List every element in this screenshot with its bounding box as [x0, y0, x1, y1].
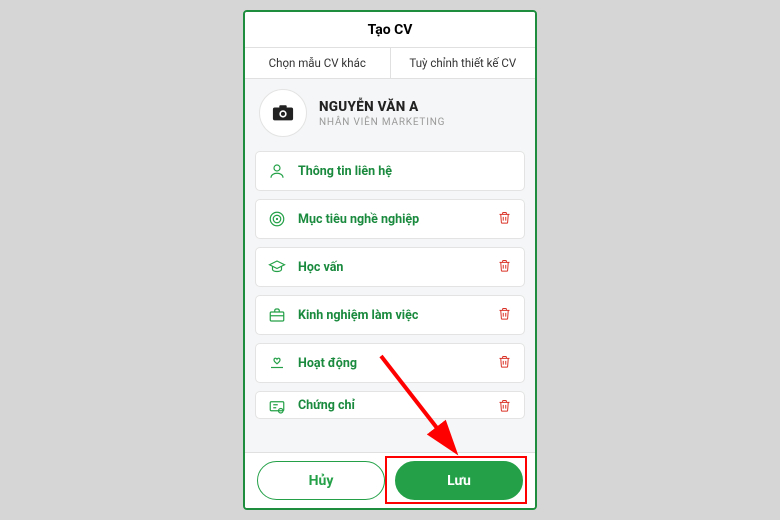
target-icon [266, 210, 288, 228]
section-row[interactable]: Kinh nghiệm làm việc [255, 295, 525, 335]
section-row[interactable]: Mục tiêu nghề nghiệp [255, 199, 525, 239]
profile-header: NGUYỄN VĂN A NHÂN VIÊN MARKETING [245, 79, 535, 147]
delete-section-button[interactable] [494, 398, 514, 417]
section-label: Mục tiêu nghề nghiệp [298, 212, 494, 227]
certificate-icon [266, 398, 288, 416]
camera-icon [272, 104, 294, 122]
cancel-button[interactable]: Hủy [257, 461, 385, 500]
trash-icon [497, 210, 512, 229]
delete-section-button[interactable] [494, 354, 514, 373]
section-row[interactable]: Hoạt động [255, 343, 525, 383]
page-title: Tạo CV [245, 12, 535, 48]
app-frame: Tạo CV Chọn mẫu CV khác Tuỳ chỉnh thiết … [243, 10, 537, 510]
profile-name: NGUYỄN VĂN A [319, 99, 445, 115]
avatar[interactable] [259, 89, 307, 137]
delete-section-button[interactable] [494, 210, 514, 229]
save-button[interactable]: Lưu [395, 461, 523, 500]
section-label: Chứng chỉ [298, 398, 494, 413]
tab-customize[interactable]: Tuỳ chỉnh thiết kế CV [391, 48, 536, 78]
section-row[interactable]: Thông tin liên hệ [255, 151, 525, 191]
tab-choose-template[interactable]: Chọn mẫu CV khác [245, 48, 391, 78]
profile-role: NHÂN VIÊN MARKETING [319, 117, 445, 128]
heart-hand-icon [266, 354, 288, 372]
delete-section-button[interactable] [494, 258, 514, 277]
graduation-icon [266, 258, 288, 276]
briefcase-icon [266, 306, 288, 324]
trash-icon [497, 398, 512, 417]
footer-bar: Hủy Lưu [245, 452, 535, 508]
section-label: Hoạt động [298, 356, 494, 371]
section-row[interactable]: Chứng chỉ [255, 391, 525, 419]
trash-icon [497, 354, 512, 373]
section-label: Kinh nghiệm làm việc [298, 308, 494, 323]
tab-row: Chọn mẫu CV khác Tuỳ chỉnh thiết kế CV [245, 48, 535, 79]
section-row[interactable]: Học vấn [255, 247, 525, 287]
trash-icon [497, 306, 512, 325]
trash-icon [497, 258, 512, 277]
section-label: Thông tin liên hệ [298, 164, 514, 179]
person-icon [266, 162, 288, 180]
section-label: Học vấn [298, 260, 494, 275]
delete-section-button[interactable] [494, 306, 514, 325]
